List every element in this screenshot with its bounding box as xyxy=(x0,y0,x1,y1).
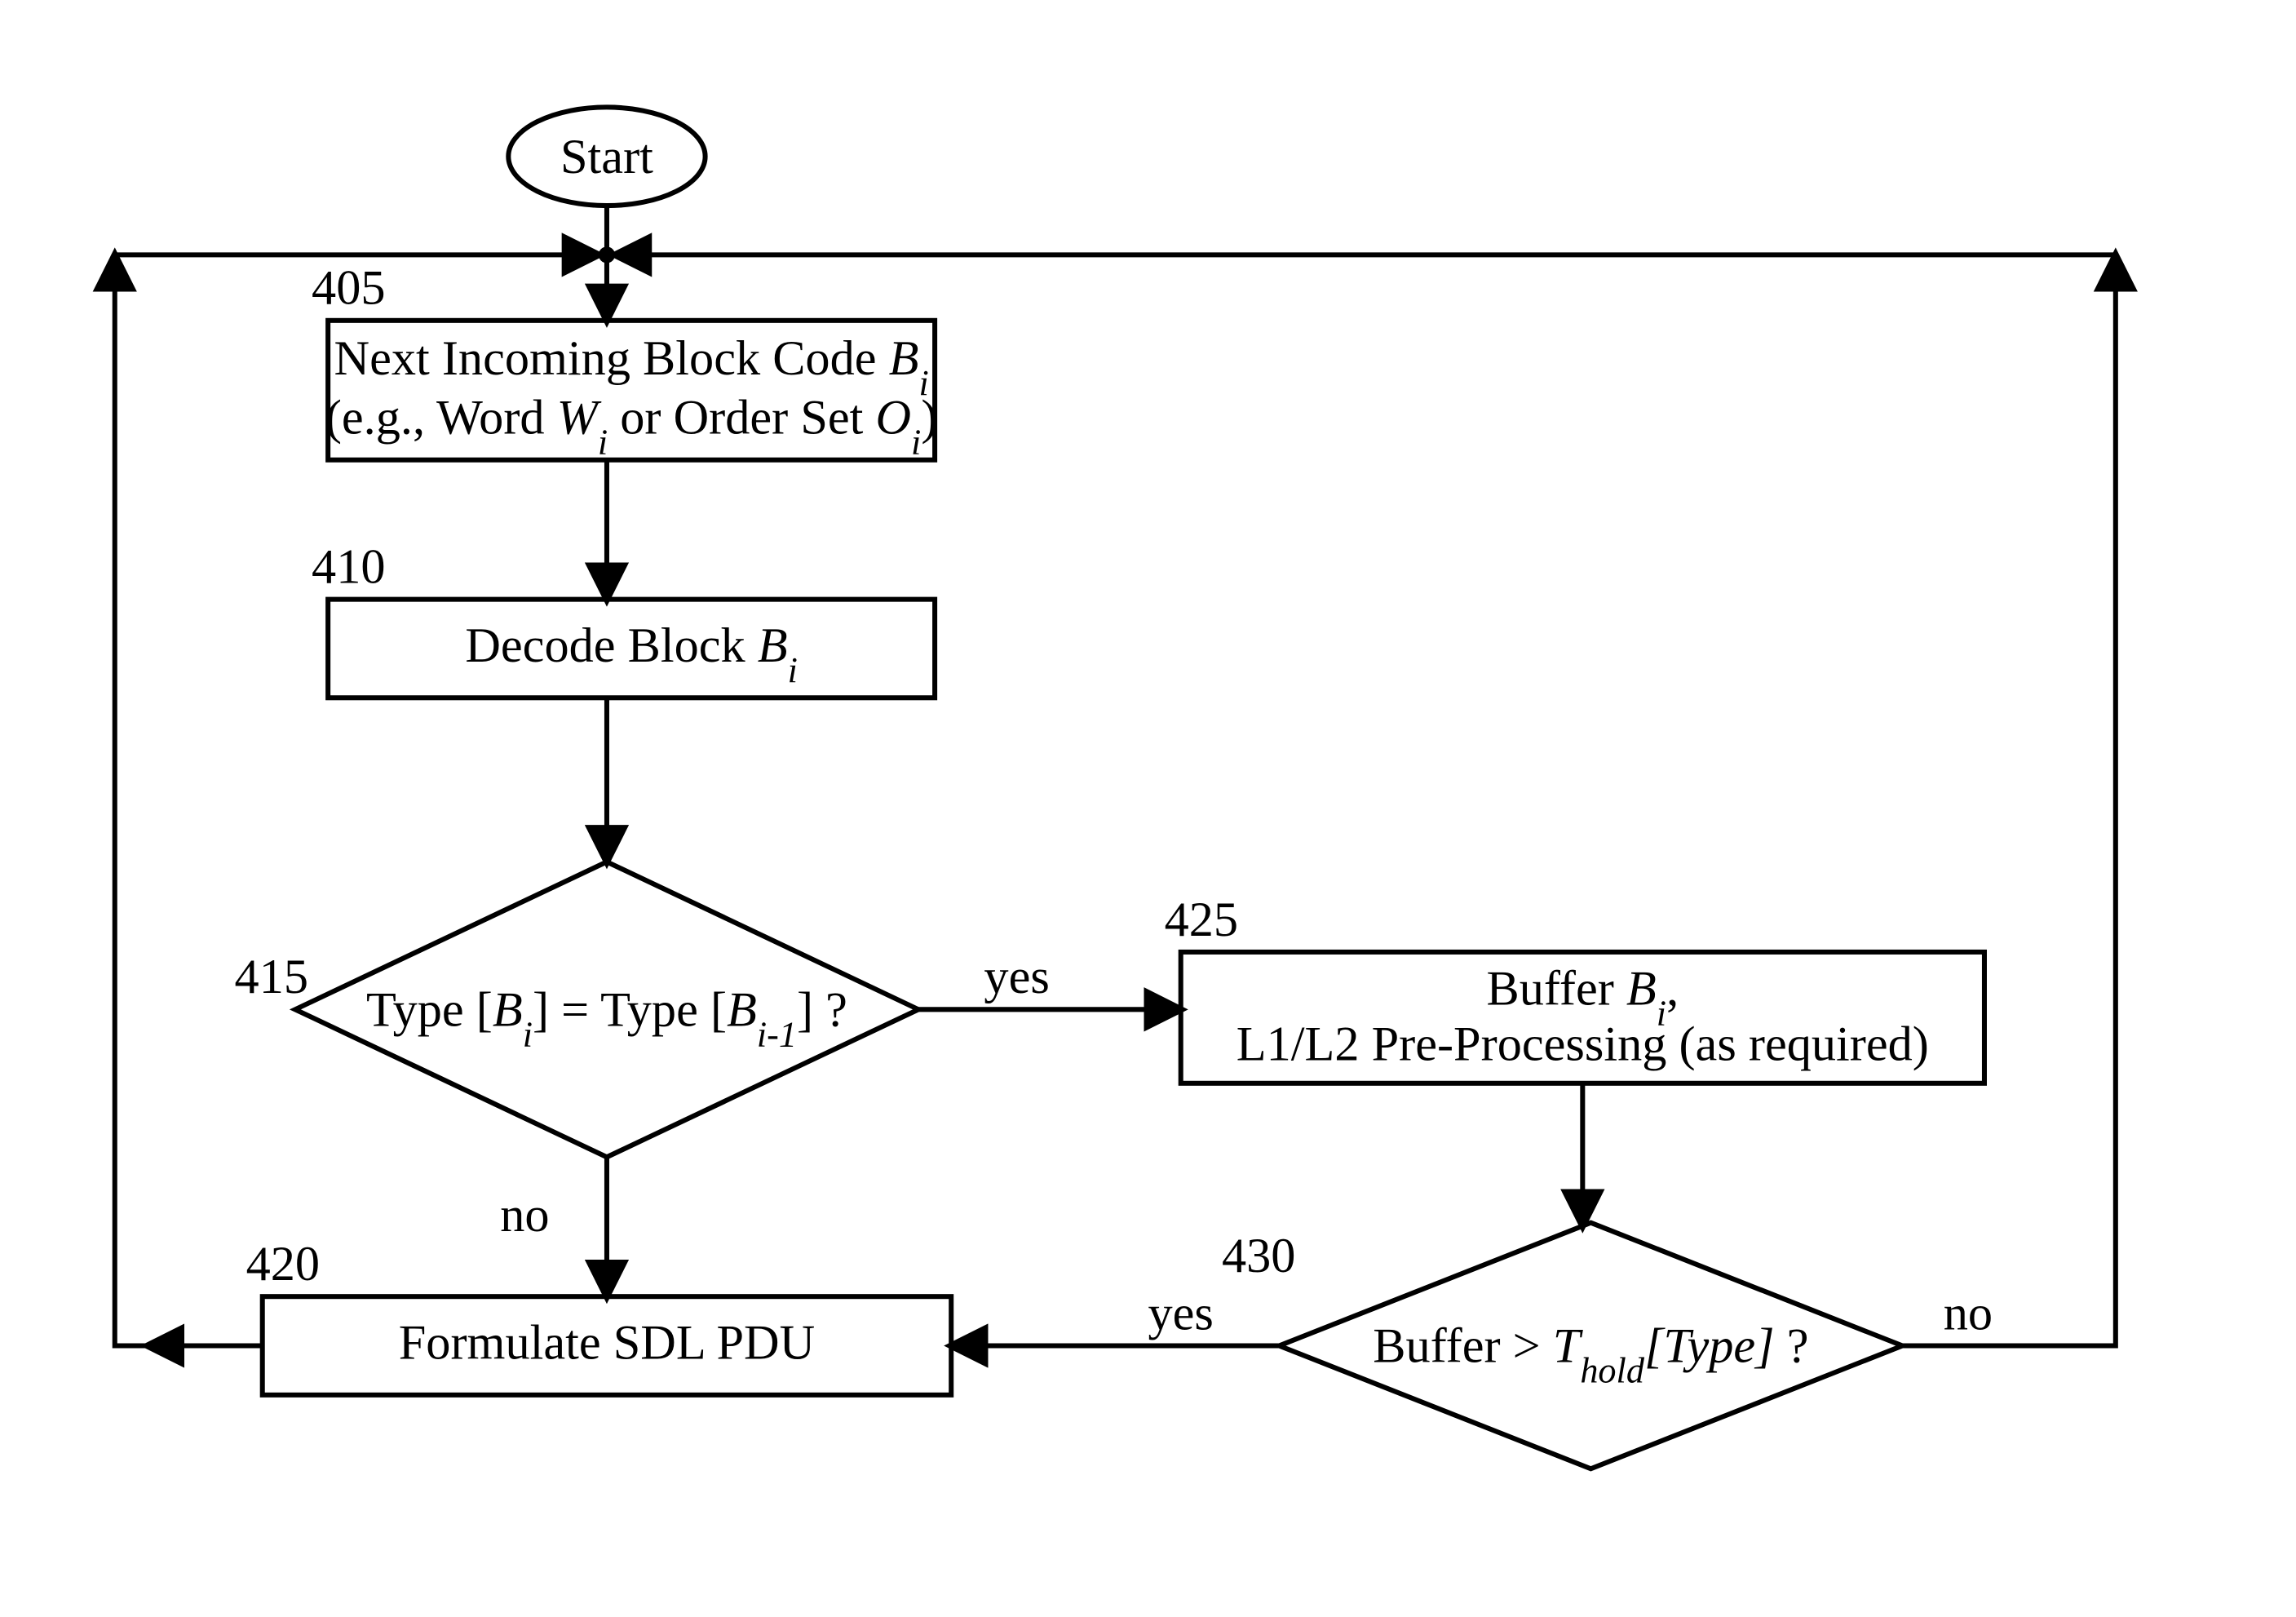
node-425-ref: 425 xyxy=(1165,893,1238,947)
edge-420-loop-left xyxy=(115,255,263,1345)
start-label: Start xyxy=(560,130,653,184)
edge-430-420-label: yes xyxy=(1148,1286,1214,1340)
node-430-ref: 430 xyxy=(1222,1229,1295,1283)
node-420-ref: 420 xyxy=(246,1237,320,1291)
edge-430-no-label: no xyxy=(1944,1286,1993,1340)
edge-430-loop-right xyxy=(1902,255,2115,1345)
node-410-ref: 410 xyxy=(312,540,385,595)
flowchart: Start 405 Next Incoming Block Code Bi (e… xyxy=(0,0,2296,1617)
edge-415-420-label: no xyxy=(500,1188,549,1243)
node-415-ref: 415 xyxy=(235,950,308,1004)
node-405-ref: 405 xyxy=(312,261,385,316)
node-425-line2: L1/L2 Pre-Processing (as required) xyxy=(1236,1017,1929,1072)
node-420-label: Formulate SDL PDU xyxy=(399,1316,815,1371)
edge-415-425-label: yes xyxy=(984,950,1049,1004)
